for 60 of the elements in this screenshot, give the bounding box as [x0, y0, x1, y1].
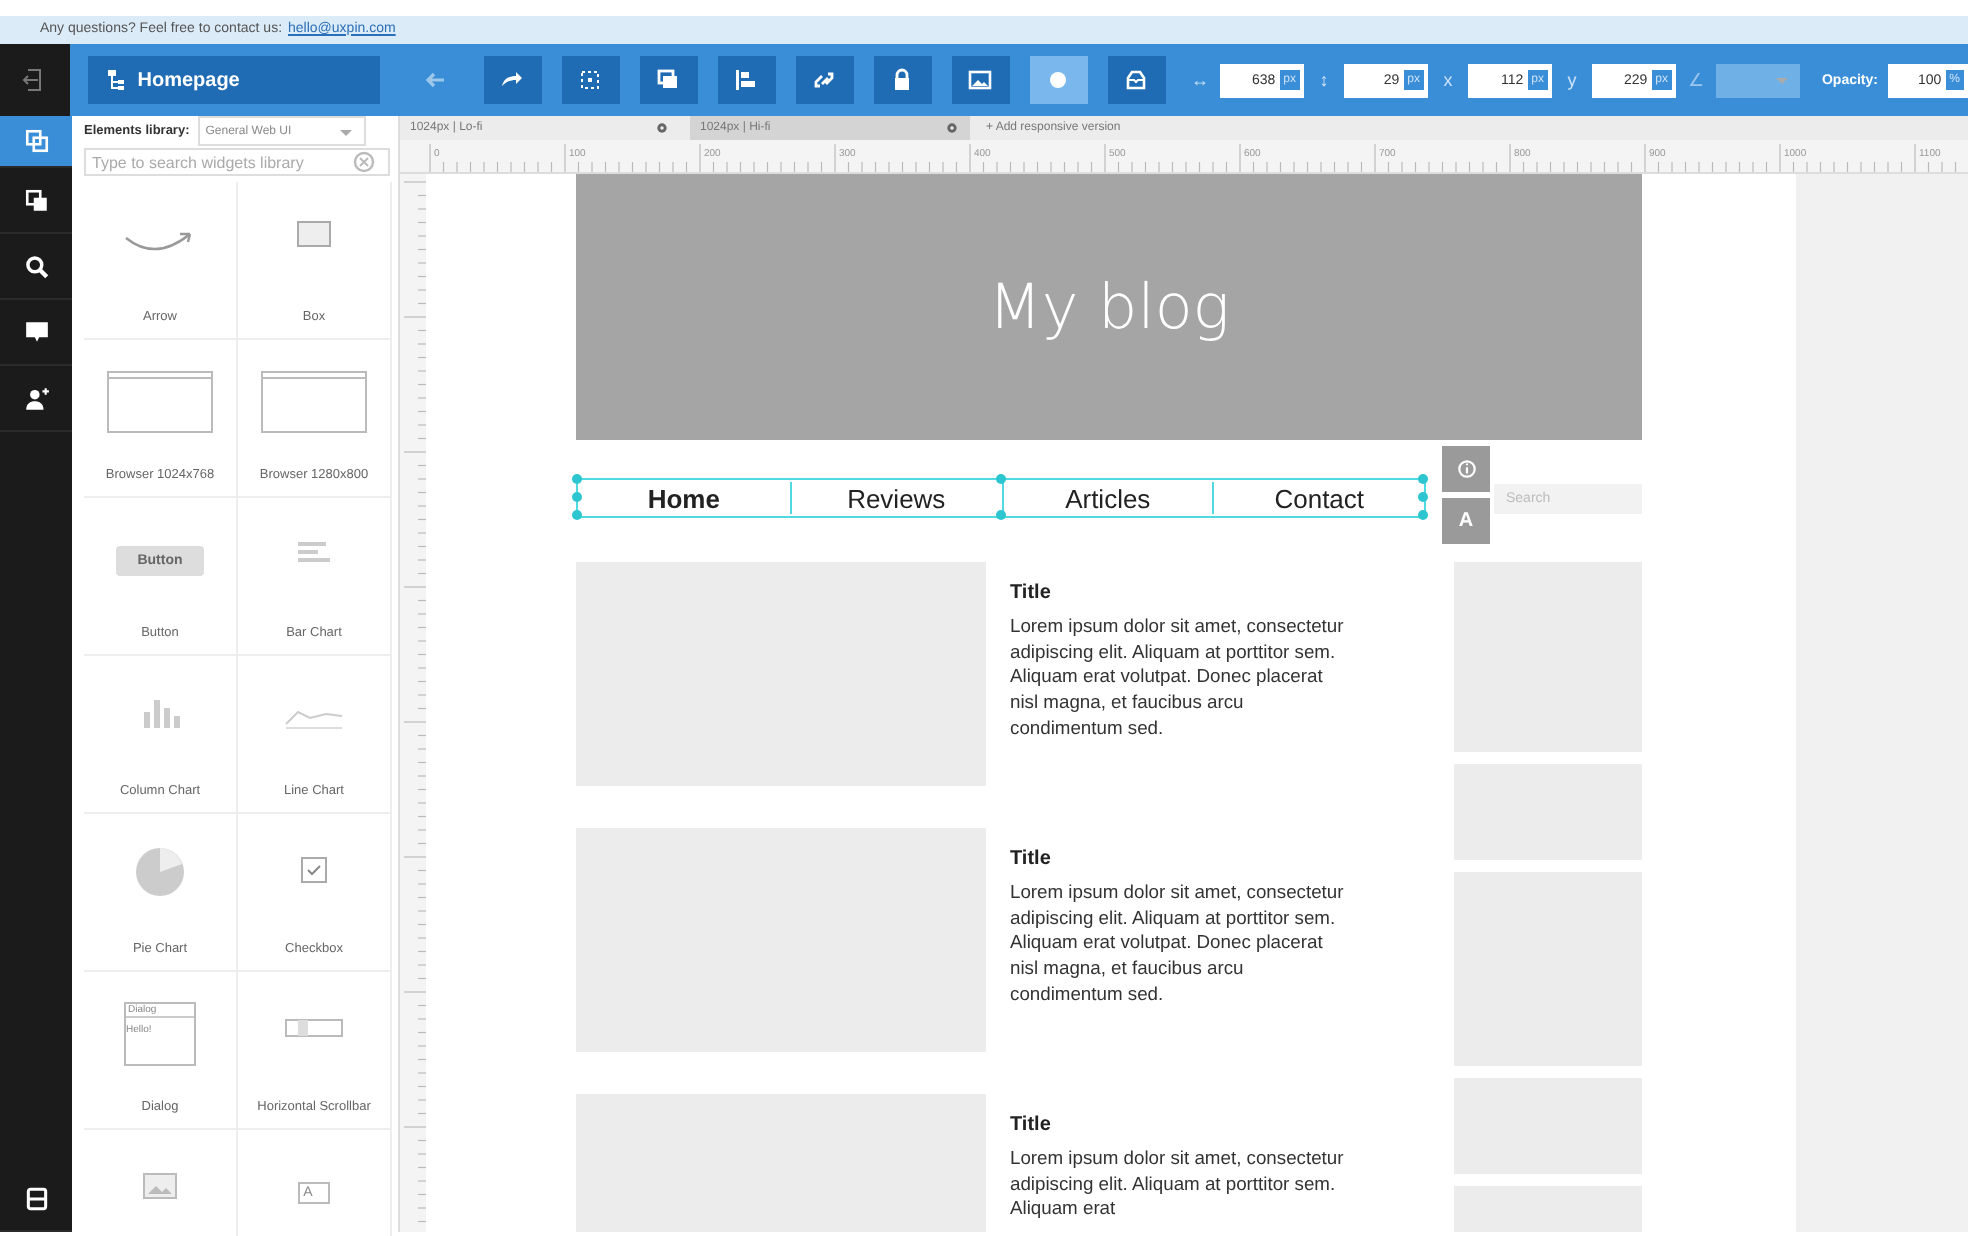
box-icon — [297, 221, 331, 247]
field-label: ∠ — [1685, 70, 1706, 90]
resize-handle[interactable] — [995, 510, 1005, 520]
gear-icon — [944, 120, 960, 136]
dashed-square-icon — [578, 68, 603, 92]
search-field[interactable]: Type to search widgets library — [84, 148, 390, 176]
toolbar-button[interactable] — [1107, 56, 1166, 104]
toolbar-button[interactable] — [717, 56, 776, 104]
sitemap-icon — [103, 68, 128, 92]
align-left-icon — [734, 68, 759, 92]
browser-window-icon — [261, 371, 367, 433]
overlapping-squares-icon — [23, 187, 49, 213]
speech-bubble-icon — [23, 319, 49, 345]
toolbar-button[interactable] — [873, 56, 932, 104]
right-arrow-icon — [500, 68, 525, 92]
clear-icon — [352, 150, 376, 174]
circle-icon — [1046, 68, 1071, 92]
toolbar-button[interactable] — [483, 56, 542, 104]
resize-handle[interactable] — [995, 474, 1005, 484]
rail-button[interactable] — [0, 116, 72, 168]
tray-icon — [1124, 68, 1149, 92]
info-icon — [1455, 458, 1477, 480]
panel-icon — [23, 1185, 49, 1211]
blog-title: My blog — [988, 271, 1230, 343]
page-selector[interactable]: Homepage — [87, 56, 380, 104]
stacked-squares-icon — [656, 68, 681, 92]
arrow-icon — [125, 232, 192, 251]
bar-chart-icon — [298, 542, 330, 562]
field-label: ↕ — [1317, 70, 1331, 90]
field-label: y — [1565, 70, 1579, 90]
left-arrow-icon — [422, 68, 447, 92]
nav-link[interactable]: Home — [578, 482, 790, 514]
image-icon — [968, 68, 993, 92]
browser-window-icon — [107, 371, 213, 433]
field-label: x — [1441, 70, 1455, 90]
toolbar-button[interactable] — [561, 56, 620, 104]
pie-chart-icon — [136, 848, 184, 896]
toolbar-button[interactable] — [951, 56, 1010, 104]
link-icon — [812, 68, 837, 92]
image-icon — [143, 1173, 177, 1199]
post-text: Lorem ipsum dolor sit amet, consectetur adipiscing elit. Aliquam at porttitor sem. Aliquam erat volutpat. Donec placerat nisl magna, et faucibus arcu condimentum sed. — [1010, 880, 1346, 1008]
post-text: Lorem ipsum dolor sit amet, consectetur adipiscing elit. Aliquam at porttitor sem. Aliquam erat — [1010, 1146, 1346, 1223]
post-title: Title — [1010, 582, 1053, 604]
exit-button[interactable] — [0, 44, 70, 116]
toolbar-button[interactable] — [639, 56, 698, 104]
search-icon — [23, 253, 49, 279]
person-plus-icon — [23, 385, 49, 411]
column-chart-icon — [144, 700, 180, 728]
post-title: Title — [1010, 848, 1053, 870]
post-title: Title — [1010, 1114, 1053, 1136]
door-arrow-icon — [22, 68, 47, 92]
post-text: Lorem ipsum dolor sit amet, consectetur adipiscing elit. Aliquam at porttitor sem. Aliquam erat volutpat. Donec placerat nisl magna, et faucibus arcu condimentum sed. — [1010, 614, 1346, 742]
line-chart-icon — [285, 710, 343, 729]
toolbar-button[interactable] — [795, 56, 854, 104]
info-button[interactable] — [1442, 446, 1490, 492]
scrollbar-icon — [285, 1019, 343, 1037]
lock-icon — [890, 68, 915, 92]
stacked-squares-icon — [23, 128, 49, 154]
checkbox-icon — [301, 857, 327, 883]
field-label: ↔ — [1189, 70, 1210, 90]
